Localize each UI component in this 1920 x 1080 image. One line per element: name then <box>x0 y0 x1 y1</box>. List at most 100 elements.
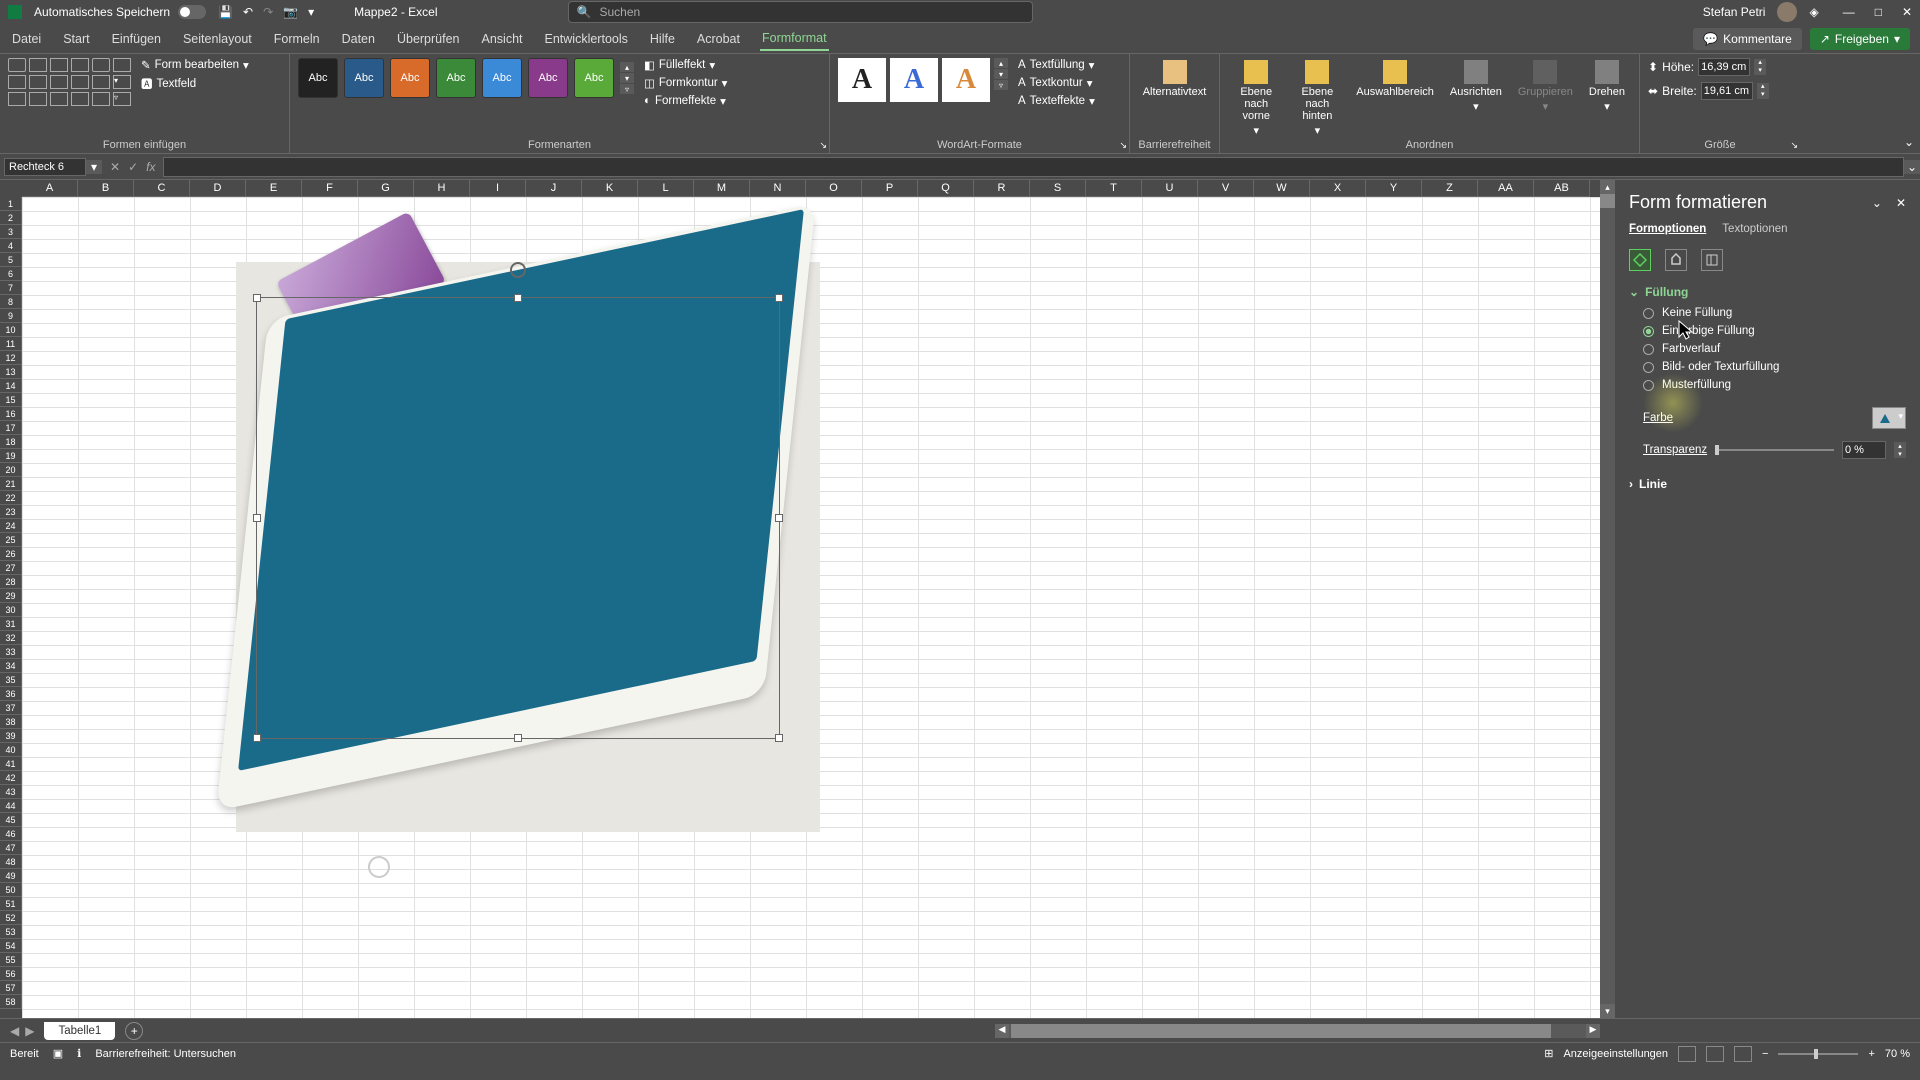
fuelleffekt-button[interactable]: ◧Fülleffekt▾ <box>644 58 727 72</box>
formula-input[interactable] <box>163 157 1904 177</box>
row-header-58[interactable]: 58 <box>0 995 22 1009</box>
row-header-22[interactable]: 22 <box>0 491 22 505</box>
row-header-15[interactable]: 15 <box>0 393 22 407</box>
col-header-A[interactable]: A <box>22 180 78 197</box>
row-header-14[interactable]: 14 <box>0 379 22 393</box>
row-header-53[interactable]: 53 <box>0 925 22 939</box>
maximize-icon[interactable]: □ <box>1875 5 1882 19</box>
row-header-33[interactable]: 33 <box>0 645 22 659</box>
col-header-T[interactable]: T <box>1086 180 1142 197</box>
col-header-X[interactable]: X <box>1310 180 1366 197</box>
wordart-1[interactable]: A <box>838 58 886 102</box>
accept-formula-icon[interactable]: ✓ <box>128 160 138 174</box>
row-header-25[interactable]: 25 <box>0 533 22 547</box>
fuellung-section[interactable]: ⌄ Füllung <box>1629 285 1906 299</box>
color-picker[interactable] <box>1872 407 1906 429</box>
display-settings[interactable]: Anzeigeeinstellungen <box>1563 1048 1668 1060</box>
row-header-4[interactable]: 4 <box>0 239 22 253</box>
row-header-43[interactable]: 43 <box>0 785 22 799</box>
row-header-27[interactable]: 27 <box>0 561 22 575</box>
transparency-spinner[interactable]: ▴▾ <box>1894 442 1906 458</box>
row-header-3[interactable]: 3 <box>0 225 22 239</box>
col-header-M[interactable]: M <box>694 180 750 197</box>
row-header-18[interactable]: 18 <box>0 435 22 449</box>
row-header-42[interactable]: 42 <box>0 771 22 785</box>
radio-einfarbige-fuellung[interactable]: Einfarbige Füllung <box>1643 325 1906 337</box>
row-header-52[interactable]: 52 <box>0 911 22 925</box>
sheet-nav-prev[interactable]: ◀ <box>10 1024 19 1038</box>
row-header-16[interactable]: 16 <box>0 407 22 421</box>
col-header-S[interactable]: S <box>1030 180 1086 197</box>
radio-bild-textur[interactable]: Bild- oder Texturfüllung <box>1643 361 1906 373</box>
tab-einfuegen[interactable]: Einfügen <box>110 28 163 50</box>
accessibility-status[interactable]: Barrierefreiheit: Untersuchen <box>95 1048 236 1060</box>
view-page-break[interactable] <box>1734 1046 1752 1062</box>
tab-start[interactable]: Start <box>61 28 91 50</box>
cancel-formula-icon[interactable]: ✕ <box>110 160 120 174</box>
close-icon[interactable]: ✕ <box>1902 5 1912 19</box>
row-header-31[interactable]: 31 <box>0 617 22 631</box>
row-header-26[interactable]: 26 <box>0 547 22 561</box>
row-header-48[interactable]: 48 <box>0 855 22 869</box>
row-header-49[interactable]: 49 <box>0 869 22 883</box>
resize-handle-tm[interactable] <box>514 294 522 302</box>
shapes-gallery[interactable]: ▾ ▿ <box>8 58 131 106</box>
form-bearbeiten-button[interactable]: ✎Form bearbeiten▾ <box>141 58 249 72</box>
rotate-handle[interactable] <box>510 262 526 278</box>
wordart-3[interactable]: A <box>942 58 990 102</box>
row-header-32[interactable]: 32 <box>0 631 22 645</box>
col-header-P[interactable]: P <box>862 180 918 197</box>
col-header-U[interactable]: U <box>1142 180 1198 197</box>
horizontal-scrollbar[interactable]: ◀▶ <box>995 1024 1600 1038</box>
row-header-38[interactable]: 38 <box>0 715 22 729</box>
row-header-28[interactable]: 28 <box>0 575 22 589</box>
row-header-50[interactable]: 50 <box>0 883 22 897</box>
groesse-launcher[interactable]: ↘ <box>1790 140 1798 151</box>
col-header-O[interactable]: O <box>806 180 862 197</box>
row-header-7[interactable]: 7 <box>0 281 22 295</box>
row-header-47[interactable]: 47 <box>0 841 22 855</box>
height-input[interactable] <box>1698 58 1750 76</box>
row-header-11[interactable]: 11 <box>0 337 22 351</box>
formoptionen-tab[interactable]: Formoptionen <box>1629 223 1706 235</box>
row-header-37[interactable]: 37 <box>0 701 22 715</box>
row-header-9[interactable]: 9 <box>0 309 22 323</box>
textfuellung-button[interactable]: ATextfüllung▾ <box>1018 58 1095 72</box>
row-header-35[interactable]: 35 <box>0 673 22 687</box>
col-header-B[interactable]: B <box>78 180 134 197</box>
tab-datei[interactable]: Datei <box>10 28 43 50</box>
zoom-level[interactable]: 70 % <box>1885 1048 1910 1060</box>
col-header-Y[interactable]: Y <box>1366 180 1422 197</box>
col-header-Z[interactable]: Z <box>1422 180 1478 197</box>
search-box[interactable]: 🔍 Suchen <box>568 1 1033 23</box>
fx-icon[interactable]: fx <box>146 160 155 174</box>
pane-close-icon[interactable]: ✕ <box>1896 196 1906 210</box>
tab-entwicklertools[interactable]: Entwicklertools <box>543 28 630 50</box>
resize-handle-bm[interactable] <box>514 734 522 742</box>
tab-ansicht[interactable]: Ansicht <box>480 28 525 50</box>
row-headers[interactable]: 1234567891011121314151617181920212223242… <box>0 197 22 1018</box>
ribbon-collapse-icon[interactable]: ⌄ <box>1904 135 1914 149</box>
row-header-13[interactable]: 13 <box>0 365 22 379</box>
col-header-C[interactable]: C <box>134 180 190 197</box>
shape-styles-gallery[interactable]: Abc Abc Abc Abc Abc Abc Abc ▴▾▿ <box>298 58 634 98</box>
row-header-46[interactable]: 46 <box>0 827 22 841</box>
undo-icon[interactable]: ↶ <box>243 5 253 19</box>
row-header-55[interactable]: 55 <box>0 953 22 967</box>
tab-formformat[interactable]: Formformat <box>760 27 829 51</box>
save-icon[interactable]: 💾 <box>218 5 233 19</box>
tab-formeln[interactable]: Formeln <box>272 28 322 50</box>
autosave-toggle[interactable] <box>178 5 206 19</box>
row-header-29[interactable]: 29 <box>0 589 22 603</box>
col-header-N[interactable]: N <box>750 180 806 197</box>
width-spinner[interactable]: ▴▾ <box>1757 83 1769 99</box>
formula-expand-icon[interactable]: ⌄ <box>1904 160 1920 174</box>
row-header-1[interactable]: 1 <box>0 197 22 211</box>
formenarten-launcher[interactable]: ↘ <box>819 140 827 151</box>
style-3[interactable]: Abc <box>390 58 430 98</box>
col-header-D[interactable]: D <box>190 180 246 197</box>
radio-muster[interactable]: Musterfüllung <box>1643 379 1906 391</box>
effects-tab-icon[interactable] <box>1665 249 1687 271</box>
row-header-34[interactable]: 34 <box>0 659 22 673</box>
row-header-20[interactable]: 20 <box>0 463 22 477</box>
